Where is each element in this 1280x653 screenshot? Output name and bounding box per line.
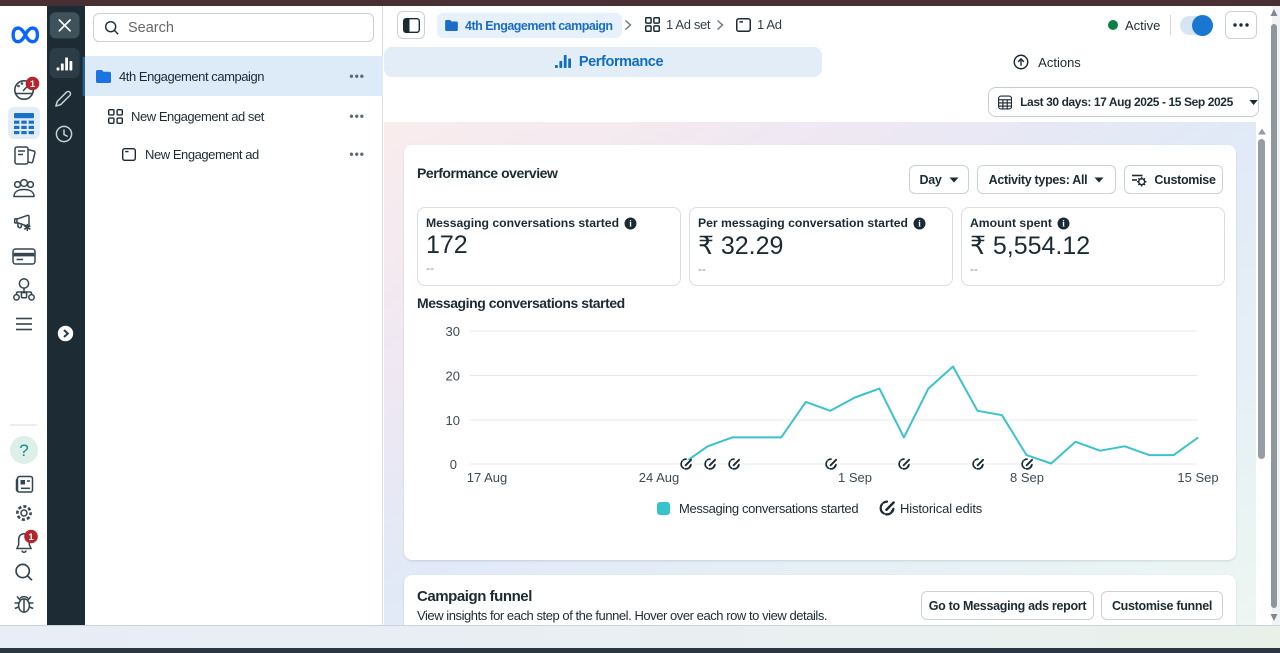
svg-text:?: ? xyxy=(19,441,28,460)
svg-text:20: 20 xyxy=(446,369,460,384)
svg-text:24 Aug: 24 Aug xyxy=(639,470,680,485)
svg-text:1: 1 xyxy=(28,532,34,543)
svg-text:15 Sep: 15 Sep xyxy=(1177,470,1218,485)
svg-text:1: 1 xyxy=(30,79,36,90)
svg-text:30: 30 xyxy=(446,324,460,339)
svg-text:8 Sep: 8 Sep xyxy=(1010,470,1044,485)
svg-text:10: 10 xyxy=(446,413,460,428)
svg-text:Historical edits: Historical edits xyxy=(900,501,983,516)
svg-text:1 Sep: 1 Sep xyxy=(838,470,872,485)
svg-text:17 Aug: 17 Aug xyxy=(467,470,508,485)
svg-text:0: 0 xyxy=(450,457,457,472)
svg-text:Messaging conversations starte: Messaging conversations started xyxy=(679,501,858,516)
